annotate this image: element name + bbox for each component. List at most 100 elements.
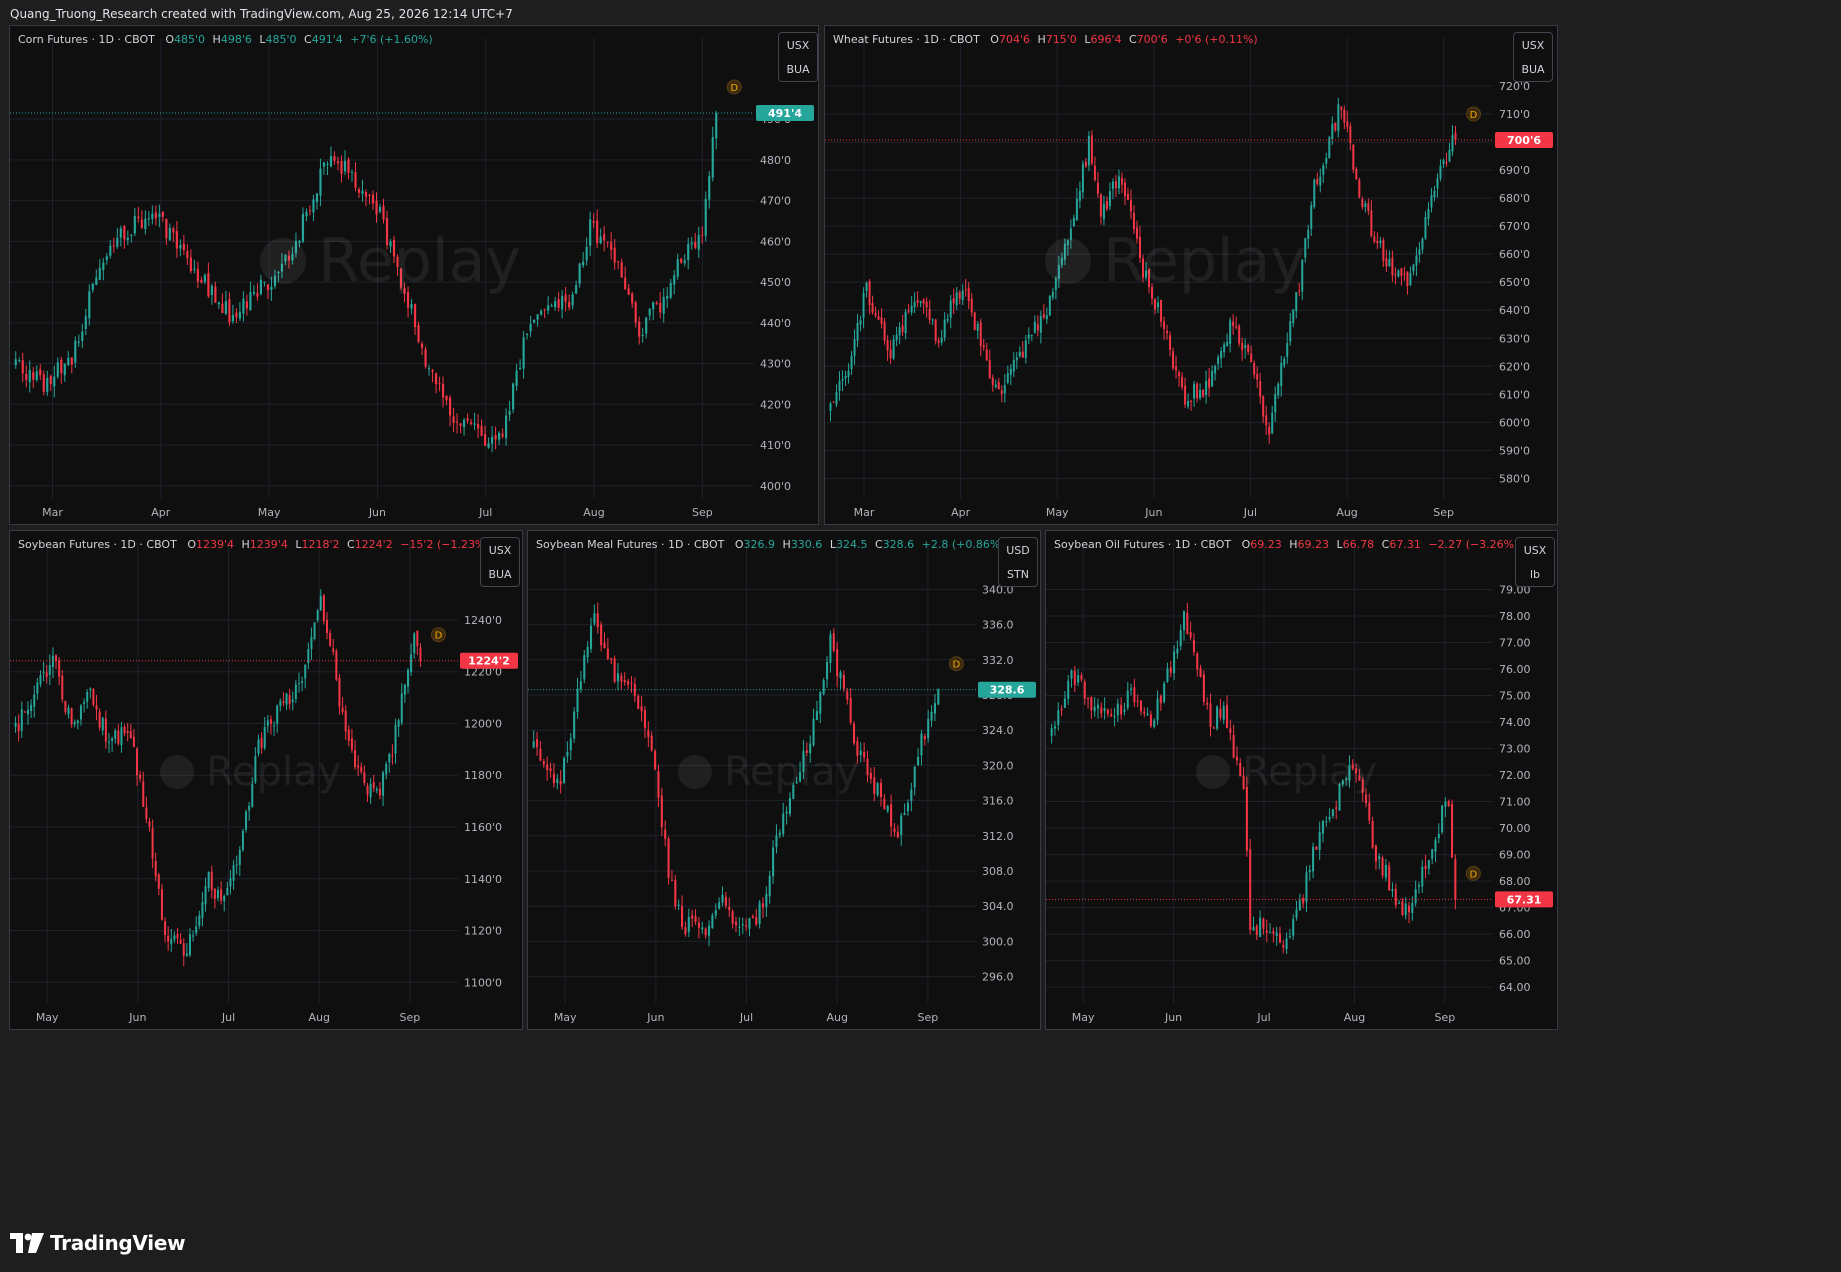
candle-body: [997, 382, 1000, 390]
candle-body: [1285, 938, 1288, 950]
candle-body: [835, 392, 838, 405]
candle-body: [249, 292, 252, 311]
candle-body: [14, 359, 17, 366]
candle-body: [910, 305, 913, 313]
candle-body: [361, 190, 364, 194]
candle-body: [967, 287, 970, 302]
soyoil-plot-area[interactable]: 64.0065.0066.0067.0068.0069.0070.0071.00…: [1046, 531, 1557, 1029]
candle-body: [650, 735, 653, 751]
close-value: 1224'2: [354, 538, 393, 551]
candle-body: [25, 373, 28, 380]
quantity-unit: STN: [1007, 567, 1029, 581]
corn-futures-chart[interactable]: 400'0 410'0 420'0 430'0 440'0 450'0 460'0 470'0…: [9, 25, 819, 525]
candle-body: [589, 219, 592, 246]
candle-body: [1331, 124, 1334, 140]
x-axis-month-label: Apr: [951, 506, 971, 519]
soybean-futures-chart[interactable]: 1100'0 1120'0 1140'0 1160'0 1180'0 1200'0 1220…: [9, 530, 523, 1030]
y-axis-tick-label: 630'0: [1499, 332, 1530, 345]
y-axis-tick-label: 650'0: [1499, 276, 1530, 289]
candle-body: [368, 194, 371, 196]
wheat-plot-area[interactable]: 580'0 590'0 600'0 610'0 620'0 630'0 640'0 650'0…: [825, 26, 1557, 524]
candle-body: [532, 741, 535, 748]
candle-body: [1070, 670, 1073, 679]
candle-body: [1431, 849, 1434, 859]
candle-body: [1148, 269, 1151, 288]
candle-body: [344, 710, 347, 732]
candle-body: [910, 789, 913, 802]
unit-selector[interactable]: USD STN: [998, 537, 1038, 587]
unit-selector[interactable]: USX BUA: [1513, 32, 1553, 82]
candle-body: [1187, 400, 1190, 407]
open-value: 485'0: [174, 33, 206, 46]
candle-body: [856, 322, 859, 341]
dividend-badge-label: D: [1469, 869, 1477, 880]
unit-selector[interactable]: USX BUA: [778, 32, 818, 82]
candle-body: [623, 679, 626, 683]
candle-body: [664, 829, 667, 840]
candle-body: [109, 245, 112, 256]
candle-body: [937, 689, 940, 705]
wheat-futures-chart[interactable]: 580'0 590'0 600'0 610'0 620'0 630'0 640'0 650'0…: [824, 25, 1558, 525]
soybean-oil-futures-chart[interactable]: 64.00 65.00 66.00 67.00 68.00 69.00 70.00 71.00…: [1045, 530, 1558, 1030]
candle-body: [399, 268, 403, 288]
candle-body: [1411, 902, 1414, 914]
candle-body: [1083, 681, 1086, 699]
candle-body: [1444, 801, 1447, 807]
candle-body: [304, 664, 307, 679]
corn-plot-area[interactable]: 400'0 410'0 420'0 430'0 440'0 450'0 460'0 470'0…: [10, 26, 818, 524]
candle-body: [1288, 936, 1291, 938]
candle-body: [1120, 704, 1123, 715]
change-value: +0'6 (+0.11%): [1175, 33, 1258, 46]
candle-body: [654, 750, 657, 770]
candle-body: [1304, 238, 1307, 258]
candle-body: [469, 422, 473, 424]
tradingview-logo[interactable]: TradingView: [10, 1228, 186, 1258]
candle-body: [357, 189, 361, 193]
candle-body: [105, 256, 108, 261]
candle-body: [643, 710, 647, 728]
unit-selector[interactable]: USX BUA: [480, 537, 520, 587]
candle-body: [871, 303, 874, 313]
tradingview-logo-icon: [10, 1233, 44, 1253]
unit-selector[interactable]: USX lb: [1515, 537, 1555, 587]
candle-body: [1142, 258, 1144, 278]
candle-body: [829, 634, 832, 663]
candle-body: [1417, 884, 1420, 887]
x-axis-month-label: Jun: [1144, 506, 1162, 519]
x-axis-month-label: Jun: [1164, 1011, 1182, 1024]
candle-body: [1030, 334, 1033, 336]
soymeal-plot-area[interactable]: 296.0 300.0 304.0 308.0 312.0 316.0 320.0 324.0…: [528, 531, 1040, 1029]
candle-body: [856, 741, 859, 756]
open-value: 704'6: [998, 33, 1030, 46]
candle-body: [147, 218, 150, 220]
candle-body: [1192, 640, 1195, 653]
y-axis-tick-label: 75.00: [1499, 690, 1531, 703]
candle-body: [20, 709, 23, 731]
candle-body: [333, 156, 336, 161]
candle-body: [681, 906, 684, 927]
candle-body: [660, 795, 663, 828]
candle-body: [603, 234, 606, 241]
soybean-plot-area[interactable]: 1100'01120'01140'01160'01180'01200'01220…: [10, 531, 522, 1029]
candle-body: [1430, 195, 1433, 208]
candle-body: [501, 433, 504, 437]
candle-body: [336, 161, 340, 164]
candle-body: [70, 708, 73, 725]
y-axis-tick-label: 400'0: [760, 480, 791, 493]
candle-body: [907, 310, 910, 312]
candle-body: [728, 906, 731, 911]
candle-body: [1113, 716, 1116, 718]
candle-body: [738, 926, 741, 928]
candle-body: [101, 717, 104, 731]
change-value: +2.8 (+0.86%): [921, 538, 1005, 551]
candle-body: [182, 243, 185, 251]
last-price-label: 67.31: [1507, 893, 1542, 906]
candle-body: [132, 736, 135, 747]
candle-body: [332, 648, 335, 652]
high-value: 1239'4: [249, 538, 288, 551]
low-value: 324.5: [835, 538, 868, 551]
candle-body: [1373, 236, 1376, 243]
candle-body: [1048, 295, 1051, 316]
soybean-meal-futures-chart[interactable]: 296.0 300.0 304.0 308.0 312.0 316.0 320.0 324.0…: [527, 530, 1041, 1030]
candle-body: [1105, 201, 1108, 209]
